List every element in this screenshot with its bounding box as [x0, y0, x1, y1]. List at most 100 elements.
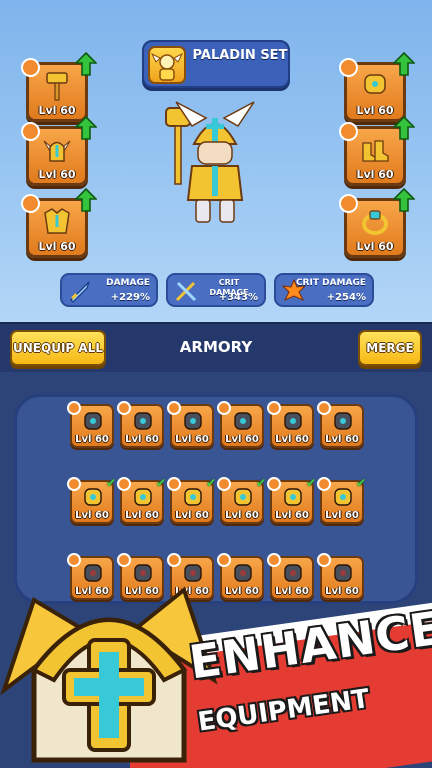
inventory-item[interactable]: ✔ Lvl 60 [217, 476, 266, 524]
item-level: Lvl 60 [325, 510, 359, 521]
item-type-badge [117, 477, 131, 491]
item-level: Lvl 60 [75, 510, 109, 521]
item-level: Lvl 60 [225, 434, 259, 445]
helmet-type-badge [21, 122, 40, 141]
inventory-item[interactable]: ✔ Lvl 60 [267, 476, 316, 524]
armory-header: UNEQUIP ALL ARMORY MERGE [0, 322, 432, 372]
item-level: Lvl 60 [75, 434, 109, 445]
inventory-item[interactable]: Lvl 60 [317, 401, 364, 448]
stat-value: +254% [326, 292, 366, 303]
inventory-item[interactable]: ✔ Lvl 60 [167, 476, 216, 524]
inventory-item[interactable]: Lvl 60 [317, 553, 364, 600]
inventory-item[interactable]: Lvl 60 [167, 401, 214, 448]
equip-slot-armor[interactable]: Lvl 60 [21, 188, 97, 258]
inventory-item[interactable]: ✔ Lvl 60 [317, 476, 366, 524]
paladin-portrait-icon [148, 46, 186, 84]
inventory-item[interactable]: ✔ Lvl 60 [117, 476, 166, 524]
set-title: PALADIN SET [192, 48, 288, 63]
inventory-item[interactable]: ✔ Lvl 60 [67, 476, 116, 524]
equip-slot-helmet[interactable]: Lvl 60 [21, 116, 97, 186]
inventory-item[interactable]: Lvl 60 [267, 553, 314, 600]
item-level: Lvl 60 [325, 434, 359, 445]
equipped-check-icon: ✔ [155, 476, 166, 490]
inventory-item[interactable]: Lvl 60 [67, 401, 114, 448]
stat-name: DAMAGE [106, 278, 150, 288]
sword-icon [68, 279, 92, 303]
paladin-character [150, 100, 280, 230]
dark-helmet-icon [132, 410, 154, 432]
item-level: Lvl 60 [225, 510, 259, 521]
stat-name: CRIT DAMAGE [295, 278, 366, 288]
scythe-icon [82, 410, 104, 432]
ring-icon [361, 207, 389, 237]
item-type-badge [267, 401, 281, 415]
equipped-check-icon: ✔ [355, 476, 366, 490]
item-level: Lvl 60 [125, 510, 159, 521]
leather-boots-icon [282, 562, 304, 584]
item-level: Lvl 60 [325, 586, 359, 597]
item-type-badge [217, 477, 231, 491]
hammer-icon [82, 486, 104, 508]
slot-level: Lvl 60 [38, 168, 76, 181]
equipped-check-icon: ✔ [105, 476, 116, 490]
boots-type-badge [339, 122, 358, 141]
equipped-check-icon: ✔ [255, 476, 266, 490]
leather-gauntlet-icon [232, 562, 254, 584]
inventory-item[interactable]: Lvl 60 [217, 553, 264, 600]
stat-value: +343% [218, 292, 258, 303]
ring-type-badge [339, 194, 358, 213]
item-type-badge [217, 401, 231, 415]
equipped-check-icon: ✔ [205, 476, 216, 490]
crit-swords-icon [174, 279, 198, 303]
equip-slot-gloves[interactable]: Lvl 60 [339, 52, 415, 122]
stat-crit-damage-2: CRIT DAMAGE +254% [274, 273, 374, 307]
item-type-badge [167, 401, 181, 415]
item-level: Lvl 60 [125, 434, 159, 445]
dark-ring-icon [332, 410, 354, 432]
item-type-badge [317, 477, 331, 491]
slot-level: Lvl 60 [356, 168, 394, 181]
gloves-type-badge [339, 58, 358, 77]
item-type-badge [67, 477, 81, 491]
boots-icon [282, 486, 304, 508]
equip-slot-ring[interactable]: Lvl 60 [339, 188, 415, 258]
gauntlet-icon [361, 71, 389, 101]
item-type-badge [67, 401, 81, 415]
equipped-check-icon: ✔ [305, 476, 316, 490]
dark-armor-icon [182, 410, 204, 432]
weapon-type-badge [21, 58, 40, 77]
merge-button[interactable]: MERGE [358, 330, 422, 366]
item-level: Lvl 60 [175, 434, 209, 445]
item-level: Lvl 60 [275, 586, 309, 597]
winged-helmet-icon [132, 486, 154, 508]
dark-boots-icon [282, 410, 304, 432]
inventory-item[interactable]: Lvl 60 [217, 401, 264, 448]
item-type-badge [267, 553, 281, 567]
armor-type-badge [21, 194, 40, 213]
item-type-badge [317, 401, 331, 415]
boots-icon [361, 135, 389, 165]
item-type-badge [117, 401, 131, 415]
ring-icon [332, 486, 354, 508]
item-type-badge [267, 477, 281, 491]
dark-gauntlet-icon [232, 410, 254, 432]
unequip-all-button[interactable]: UNEQUIP ALL [10, 330, 106, 366]
chest-armor-icon [182, 486, 204, 508]
chest-armor-icon [43, 207, 71, 237]
stat-value: +229% [110, 292, 150, 303]
item-level: Lvl 60 [275, 510, 309, 521]
set-banner[interactable]: PALADIN SET [142, 40, 290, 88]
item-level: Lvl 60 [275, 434, 309, 445]
hammer-icon [43, 71, 71, 101]
item-level: Lvl 60 [225, 586, 259, 597]
gauntlet-icon [232, 486, 254, 508]
equip-slot-boots[interactable]: Lvl 60 [339, 116, 415, 186]
armory-title: ARMORY [179, 338, 253, 356]
slot-level: Lvl 60 [38, 240, 76, 253]
inventory-item[interactable]: Lvl 60 [267, 401, 314, 448]
amethyst-ring-icon [332, 562, 354, 584]
inventory-item[interactable]: Lvl 60 [117, 401, 164, 448]
stat-crit-damage: CRIT DAMAGE +343% [166, 273, 266, 307]
equip-slot-weapon[interactable]: Lvl 60 [21, 52, 97, 122]
slot-level: Lvl 60 [356, 240, 394, 253]
